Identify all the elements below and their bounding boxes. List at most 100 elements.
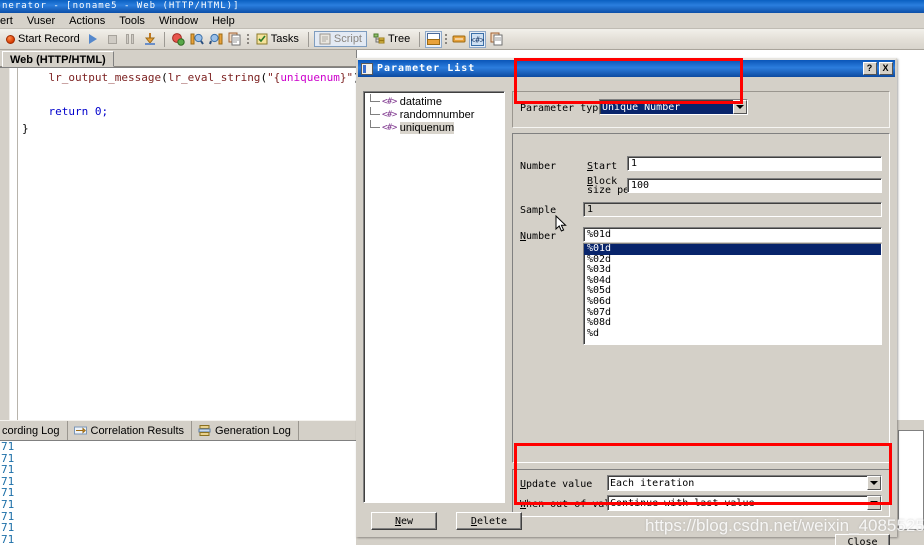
log-line: 71 [1,463,15,477]
play-icon [89,34,98,44]
run-time-settings-button[interactable] [450,31,467,48]
pause-button[interactable] [123,31,140,48]
tree-item-uniquenum[interactable]: <#> uniquenum [364,120,504,134]
dialog-body: <#> datatime <#> randomnumber <#> unique… [358,77,895,545]
parameter-list-dialog: Parameter List ? X <#> datatime <#> rand… [356,58,897,545]
parameter-list-button[interactable]: <#> [469,30,487,48]
right-edge-pane [898,430,924,530]
correlation-icon [73,426,87,435]
tree-item-datatime[interactable]: <#> datatime [364,94,504,108]
menu-item-actions[interactable]: Actions [62,14,112,28]
number-format-input[interactable]: %01d [583,227,882,242]
format-option[interactable]: %07d [584,307,881,319]
code-closing-brace: } [22,122,29,135]
application-window: nerator - [noname5 - Web (HTTP/HTML)] er… [0,0,924,545]
start-record-button[interactable]: Start Record [3,33,83,45]
format-option[interactable]: %06d [584,296,881,308]
format-option[interactable]: %04d [584,275,881,287]
menu-item-window[interactable]: Window [152,14,205,28]
watermark-text: https://blog.csdn.net/weixin_40855251 [645,516,924,535]
tree-item-randomnumber[interactable]: <#> randomnumber [364,107,504,121]
code-keyword-return: return [48,105,89,118]
menu-item-insert[interactable]: ert [0,14,20,28]
update-value-combo[interactable]: Each iteration [607,475,882,491]
toolbar-separator-2 [307,31,309,47]
script-view-button[interactable]: Script [313,31,367,47]
script-editor[interactable]: lr_output_message(lr_eval_string("{uniqu… [0,67,360,420]
when-out-of-values-dropdown-arrow[interactable] [867,496,881,510]
toolbar-grip-1[interactable] [246,32,250,47]
start-label: Start [587,161,618,172]
parameter-braces-icon: <#> [471,32,485,46]
window-title-text: nerator - [noname5 - Web (HTTP/HTML)] [2,1,240,11]
start-record-label: Start Record [18,33,80,45]
tasks-button[interactable]: Tasks [252,32,303,46]
new-button[interactable]: New [371,512,437,530]
recording-log-label: cording Log [2,424,60,437]
toolbar-grip-2[interactable] [444,32,448,47]
delete-button[interactable]: Delete [456,512,522,530]
copy-button[interactable] [488,31,505,48]
run-button[interactable] [85,31,102,48]
window-title-bar: nerator - [noname5 - Web (HTTP/HTML)] [0,0,924,13]
format-option[interactable]: %05d [584,286,881,297]
editor-gutter [0,68,10,420]
copy-snapshot-button[interactable] [227,31,244,48]
compare-snapshot-button[interactable] [189,31,206,48]
stop-button[interactable] [104,31,121,48]
format-option[interactable]: %d [584,328,881,340]
log-line: 71 [1,486,15,500]
tab-correlation-results[interactable]: Correlation Results [68,421,193,440]
snapshot-right-icon [209,33,223,45]
dialog-title-bar[interactable]: Parameter List ? X [358,60,895,77]
format-option[interactable]: %02d [584,254,881,266]
parameter-type-label: Parameter type: [520,103,611,114]
svg-text:<#>: <#> [471,35,484,44]
dialog-help-button[interactable]: ? [863,62,877,75]
script-icon [319,33,331,45]
tree-view-button[interactable]: Tree [369,32,414,46]
chevron-down-icon [736,105,744,109]
tab-recording-log[interactable]: cording Log [0,421,68,440]
code-string-open: "{ [267,71,281,84]
tab-web-http-html[interactable]: Web (HTTP/HTML) [2,51,114,67]
menu-item-vuser[interactable]: Vuser [20,14,62,28]
block-size-input[interactable]: 100 [627,178,882,193]
parameter-type-dropdown-arrow[interactable] [733,100,747,114]
tree-line-icon [370,94,380,102]
when-out-of-values-combo[interactable]: Continue with last value [607,495,882,511]
format-option[interactable]: %08d [584,318,881,329]
record-icon [6,34,15,44]
snapshot-left-icon [190,33,205,45]
editor-code-area[interactable]: lr_output_message(lr_eval_string("{uniqu… [22,68,360,420]
parameter-tree[interactable]: <#> datatime <#> randomnumber <#> unique… [363,91,505,503]
log-line: 71 [1,440,15,453]
copy-pages-icon [228,32,241,46]
run-step-button[interactable] [142,31,159,48]
output-log-pane[interactable]: 71 71 71 71 71 71 71 71 71 [0,440,356,545]
menu-item-tools[interactable]: Tools [112,14,152,28]
number-format-dropdown-list[interactable]: %01d %02d %03d %04d %05d %06d %07d %08d … [583,243,882,345]
format-option[interactable]: %01d [584,244,881,255]
when-out-of-values-text: Continue with last value [610,497,755,509]
new-button-label: New [394,515,414,527]
code-fn-output-message: lr_output_message [48,71,162,84]
dialog-close-button[interactable]: X [879,62,893,75]
log-line: 71 [1,451,15,465]
sample-value-field: 1 [583,202,882,217]
parameter-type-combo[interactable]: Unique Number [599,99,748,115]
parameter-icon: <#> [382,122,397,133]
code-return-value: 0; [94,105,109,118]
code-string-close: }" [339,71,354,84]
format-option[interactable]: %03d [584,265,881,276]
tab-generation-log[interactable]: Generation Log [192,421,299,440]
compare-snapshot-button-2[interactable] [208,31,225,48]
menu-item-help[interactable]: Help [205,14,242,28]
snapshot-window-button[interactable] [425,30,443,48]
scan-correlations-button[interactable] [170,31,187,48]
copy-icon [490,32,503,46]
start-value-input[interactable]: 1 [627,156,882,171]
code-fn-eval-string: lr_eval_string [167,71,261,84]
update-value-dropdown-arrow[interactable] [867,476,881,490]
pause-icon [126,34,136,44]
